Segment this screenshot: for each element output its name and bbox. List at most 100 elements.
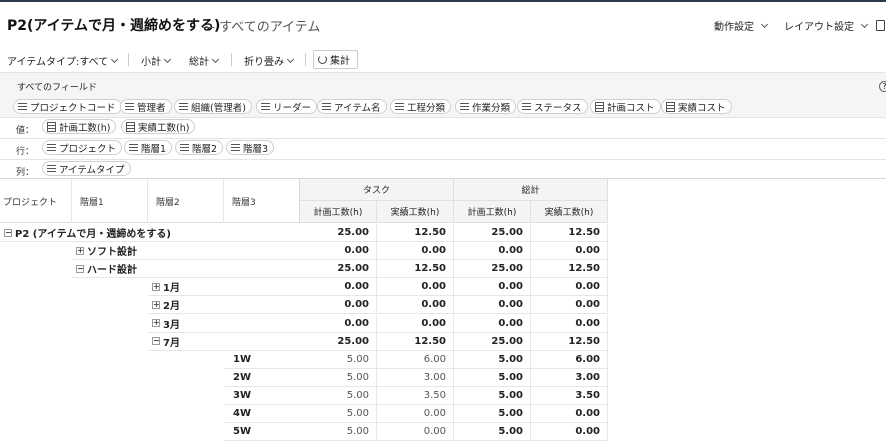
chevron-down-icon bbox=[111, 55, 119, 63]
divider bbox=[231, 53, 232, 66]
row-chip-level2[interactable]: 階層2 bbox=[175, 140, 224, 155]
field-chip-label: 組織(管理者) bbox=[191, 102, 246, 114]
column-group-task[interactable]: タスク bbox=[300, 179, 454, 201]
value-cell: 0.00 bbox=[454, 242, 531, 261]
drag-handle-icon bbox=[261, 103, 270, 110]
table-row: +3月 0.00 0.00 0.00 0.00 bbox=[0, 314, 608, 333]
value-cell: 12.50 bbox=[531, 332, 608, 351]
value-cell: 0.00 bbox=[377, 423, 454, 442]
value-cell: 0.00 bbox=[300, 296, 377, 315]
field-chip-label: 工程分類 bbox=[407, 102, 446, 114]
column-chip-item-type[interactable]: アイテムタイプ bbox=[42, 161, 131, 176]
drag-handle-icon bbox=[125, 103, 134, 110]
value-cell: 3.00 bbox=[377, 368, 454, 387]
field-chip-item-name[interactable]: アイテム名 bbox=[317, 99, 387, 114]
row-label: 1W bbox=[224, 351, 300, 369]
values-zone-label: 値： bbox=[16, 126, 35, 136]
numeric-field-icon bbox=[666, 101, 675, 112]
collapse-icon[interactable]: − bbox=[152, 337, 160, 346]
field-chip-process-class[interactable]: 工程分類 bbox=[390, 99, 452, 114]
value-cell: 5.00 bbox=[300, 405, 377, 423]
values-drop-zone[interactable]: 値： 計画工数(h) 実績工数(h) bbox=[0, 117, 886, 138]
row-header-level3[interactable]: 階層3 bbox=[232, 195, 256, 208]
expand-icon[interactable]: + bbox=[152, 319, 160, 327]
field-chip-label: 作業分類 bbox=[472, 102, 511, 114]
row-header-level2[interactable]: 階層2 bbox=[156, 195, 180, 208]
subtotal-dropdown[interactable]: 小計 bbox=[141, 53, 172, 68]
field-chip-actual-cost[interactable]: 実績コスト bbox=[661, 99, 732, 114]
action-settings-menu[interactable]: 動作設定 bbox=[714, 18, 769, 33]
columns-drop-zone[interactable]: 列： アイテムタイプ bbox=[0, 159, 886, 178]
value-chip-planned-hours[interactable]: 計画工数(h) bbox=[42, 119, 117, 134]
toolbar: アイテムタイプ:すべて 小計 総計 折り畳み 集計 bbox=[0, 46, 886, 72]
value-cell: 3.00 bbox=[531, 368, 608, 387]
field-chip-status[interactable]: ステータス bbox=[517, 99, 588, 114]
row-chip-level1[interactable]: 階層1 bbox=[124, 140, 173, 155]
numeric-field-icon bbox=[126, 121, 135, 132]
drag-handle-icon bbox=[322, 103, 331, 110]
row-chip-level3[interactable]: 階層3 bbox=[226, 140, 275, 155]
aggregate-button[interactable]: 集計 bbox=[313, 50, 358, 69]
row-label: − P2 (アイテムで月・週締めをする) bbox=[0, 224, 300, 242]
row-label-text: ハード設計 bbox=[87, 265, 137, 277]
row-label-text: 3月 bbox=[163, 319, 180, 331]
drag-handle-icon bbox=[231, 144, 240, 151]
field-chip-label: 実績コスト bbox=[678, 102, 726, 114]
collapse-icon[interactable]: − bbox=[76, 264, 84, 273]
value-cell: 25.00 bbox=[300, 260, 377, 279]
chevron-down-icon bbox=[163, 55, 172, 63]
divider bbox=[223, 179, 224, 223]
column-header-planned-hours[interactable]: 計画工数(h) bbox=[300, 201, 377, 223]
field-chip-organization[interactable]: 組織(管理者) bbox=[174, 99, 252, 114]
value-cell: 25.00 bbox=[300, 224, 377, 242]
row-label-text: 2W bbox=[233, 371, 251, 383]
value-cell: 5.00 bbox=[300, 368, 377, 387]
row-label-text: 1W bbox=[233, 353, 251, 365]
column-chip-label: アイテムタイプ bbox=[59, 164, 125, 176]
total-dropdown[interactable]: 総計 bbox=[189, 53, 220, 68]
fold-dropdown[interactable]: 折り畳み bbox=[244, 53, 295, 68]
expand-icon[interactable]: + bbox=[152, 282, 160, 291]
expand-icon[interactable]: + bbox=[76, 246, 84, 255]
row-chip-project[interactable]: プロジェクト bbox=[42, 140, 123, 155]
field-chip-project-code[interactable]: プロジェクトコード bbox=[13, 99, 122, 114]
collapse-icon[interactable]: − bbox=[4, 228, 12, 237]
chevron-down-icon bbox=[860, 20, 869, 28]
field-chip-label: ステータス bbox=[534, 102, 582, 114]
help-icon[interactable]: ? bbox=[879, 81, 886, 92]
refresh-icon bbox=[318, 55, 327, 64]
layout-settings-menu[interactable]: レイアウト設定 bbox=[784, 18, 869, 33]
field-chip-planned-cost[interactable]: 計画コスト bbox=[590, 99, 661, 114]
value-chip-actual-hours[interactable]: 実績工数(h) bbox=[121, 119, 196, 134]
column-header-actual-hours[interactable]: 実績工数(h) bbox=[531, 201, 608, 223]
row-header-level1[interactable]: 階層1 bbox=[80, 195, 104, 208]
row-label: +1月 bbox=[148, 278, 300, 297]
column-header-actual-hours[interactable]: 実績工数(h) bbox=[377, 201, 454, 223]
expand-icon[interactable]: + bbox=[152, 300, 160, 309]
value-cell: 0.00 bbox=[454, 278, 531, 297]
export-icon[interactable] bbox=[876, 20, 885, 31]
drag-handle-icon bbox=[460, 103, 469, 110]
column-header-planned-hours[interactable]: 計画工数(h) bbox=[454, 201, 531, 223]
rows-drop-zone[interactable]: 行： プロジェクト 階層1 階層2 階層3 bbox=[0, 138, 886, 159]
value-cell: 0.00 bbox=[531, 242, 608, 261]
row-header-project[interactable]: プロジェクト bbox=[3, 195, 57, 208]
column-group-total[interactable]: 総計 bbox=[454, 179, 608, 201]
value-cell: 25.00 bbox=[300, 332, 377, 351]
value-cell: 0.00 bbox=[454, 314, 531, 333]
item-type-label: アイテムタイプ:すべて bbox=[7, 57, 109, 68]
table-row: +2月 0.00 0.00 0.00 0.00 bbox=[0, 296, 608, 315]
value-cell: 0.00 bbox=[377, 405, 454, 423]
field-chip-leader[interactable]: リーダー bbox=[256, 99, 318, 114]
view-name: — すべてのアイテム bbox=[202, 20, 321, 35]
total-label: 総計 bbox=[189, 57, 209, 68]
field-chip-manager[interactable]: 管理者 bbox=[120, 99, 172, 114]
fold-label: 折り畳み bbox=[244, 57, 284, 68]
table-row: +1月 0.00 0.00 0.00 0.00 bbox=[0, 278, 608, 297]
value-cell: 12.50 bbox=[531, 260, 608, 279]
value-cell: 0.00 bbox=[531, 296, 608, 315]
item-type-dropdown[interactable]: アイテムタイプ:すべて bbox=[7, 53, 119, 68]
title-bar: P2(アイテムで月・週締めをする) — すべてのアイテム 動作設定 レイアウト設… bbox=[0, 2, 886, 44]
row-label: 2W bbox=[224, 369, 300, 387]
field-chip-work-class[interactable]: 作業分類 bbox=[455, 99, 517, 114]
